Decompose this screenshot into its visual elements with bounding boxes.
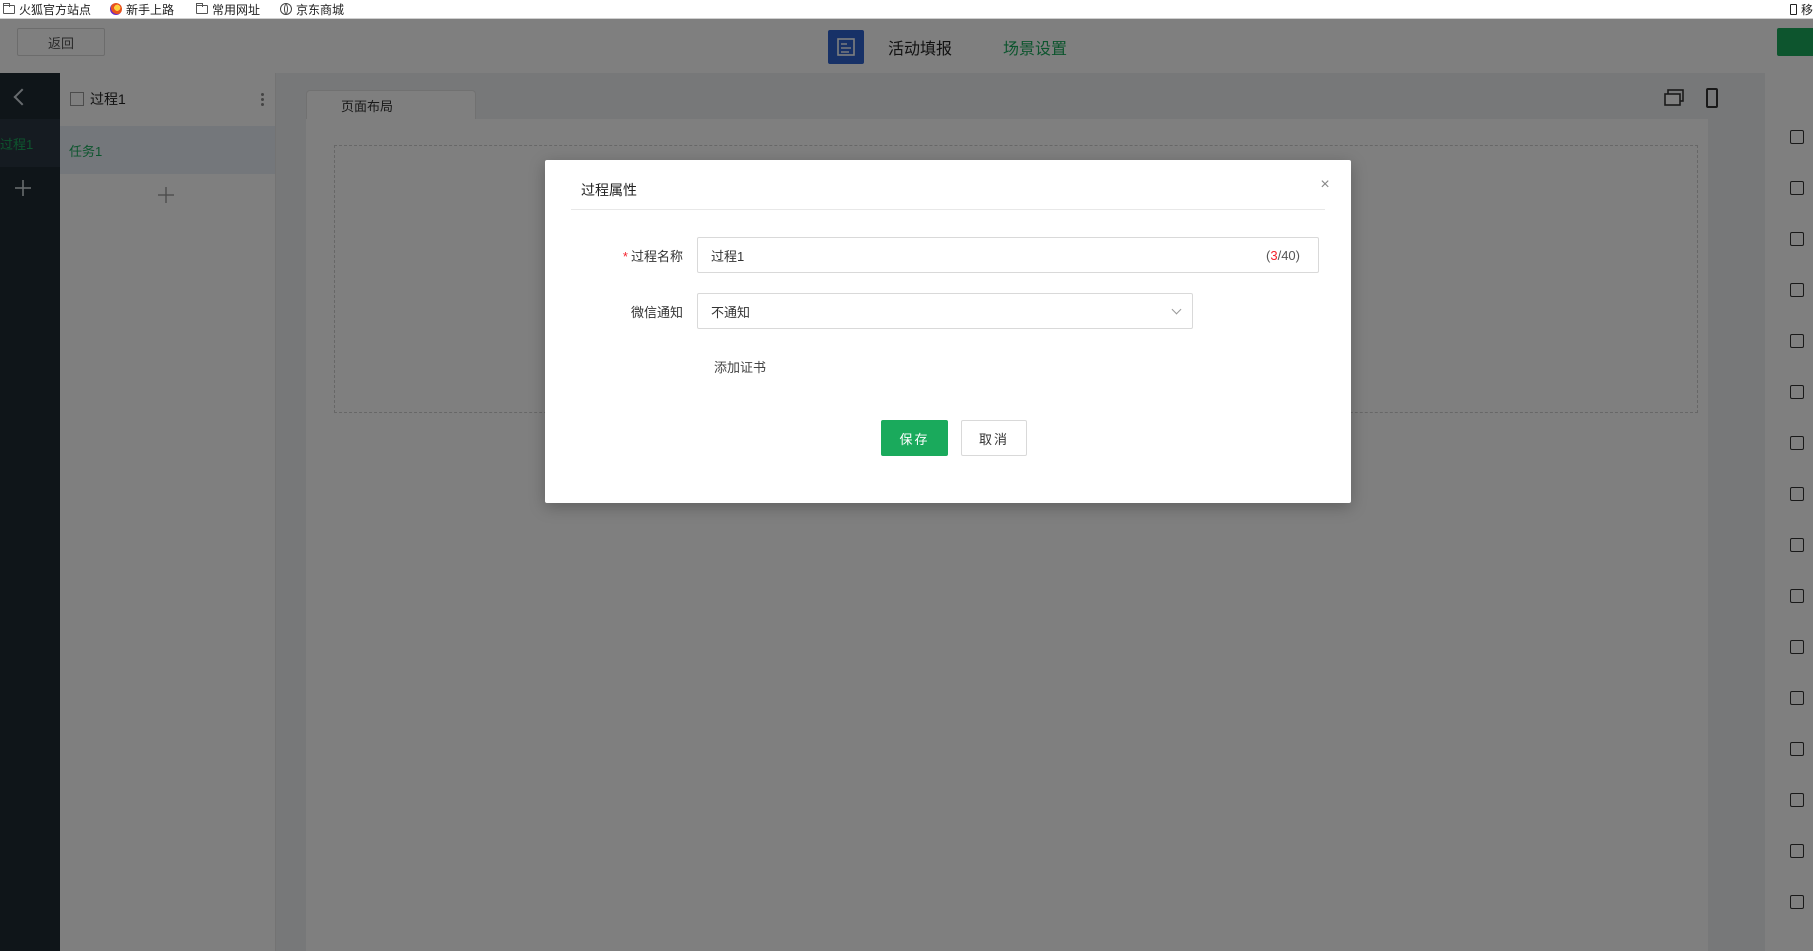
process-properties-dialog: 过程属性 × * 过程名称 过程1 (3/40) 微信通知 不通知 添加证书 保存… bbox=[545, 160, 1351, 503]
counter-max: /40) bbox=[1277, 248, 1300, 263]
firefox-icon bbox=[110, 3, 122, 15]
label-text: 过程名称 bbox=[630, 249, 683, 264]
add-certificate-link[interactable]: 添加证书 bbox=[714, 357, 766, 376]
process-name-input[interactable]: 过程1 (3/40) bbox=[697, 237, 1319, 273]
counter-current: 3 bbox=[1270, 248, 1278, 263]
bookmark-mobile[interactable]: 移 bbox=[1790, 1, 1813, 17]
input-value: 过程1 bbox=[711, 248, 745, 264]
close-icon[interactable]: × bbox=[1318, 177, 1332, 193]
wechat-notify-label: 微信通知 bbox=[630, 305, 683, 320]
bookmark-label: 新手上路 bbox=[126, 2, 175, 17]
bookmark-label: 京东商城 bbox=[296, 2, 345, 17]
bookmark-label: 移 bbox=[1801, 2, 1813, 17]
chevron-down-icon bbox=[1171, 304, 1182, 315]
bookmark-item[interactable]: 常用网址 bbox=[196, 1, 260, 17]
select-value: 不通知 bbox=[711, 304, 751, 320]
dialog-title: 过程属性 bbox=[581, 182, 637, 198]
bookmark-item[interactable]: 火狐官方站点 bbox=[3, 1, 91, 17]
bookmark-item[interactable]: 京东商城 bbox=[280, 1, 344, 17]
cancel-button[interactable]: 取消 bbox=[961, 420, 1027, 456]
mobile-icon bbox=[1790, 3, 1797, 15]
globe-icon bbox=[280, 3, 292, 15]
save-button[interactable]: 保存 bbox=[881, 420, 948, 456]
bookmark-label: 火狐官方站点 bbox=[19, 2, 92, 17]
bookmark-item[interactable]: 新手上路 bbox=[110, 1, 174, 17]
char-counter: (3/40) bbox=[1266, 248, 1300, 263]
divider bbox=[571, 209, 1325, 210]
folder-icon bbox=[196, 2, 208, 14]
wechat-notify-select[interactable]: 不通知 bbox=[697, 293, 1193, 329]
required-mark: * bbox=[622, 249, 628, 264]
bookmarks-bar: 火狐官方站点 新手上路 常用网址 京东商城 移 bbox=[0, 0, 1813, 19]
process-name-label: * 过程名称 bbox=[563, 246, 683, 265]
bookmark-label: 常用网址 bbox=[212, 2, 261, 17]
folder-icon bbox=[3, 2, 15, 14]
